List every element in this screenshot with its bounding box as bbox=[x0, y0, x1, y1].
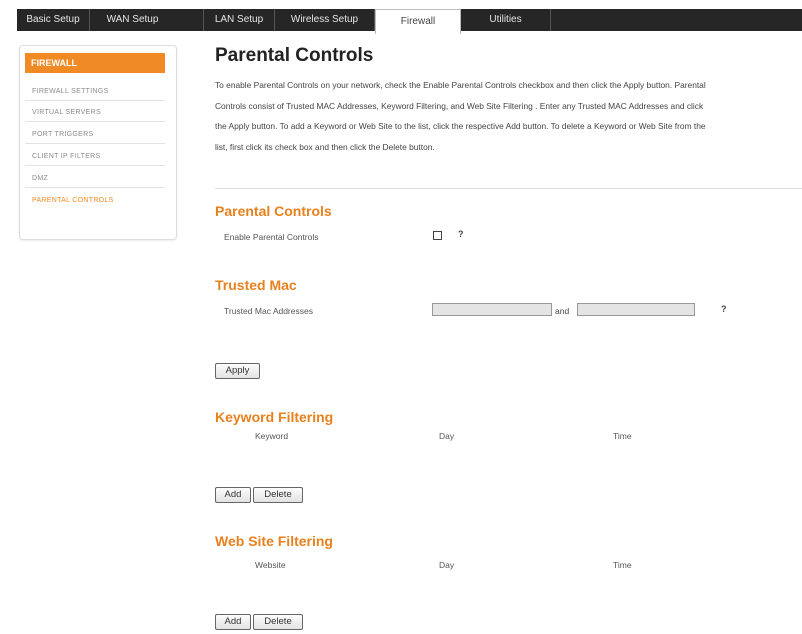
enable-parental-controls-checkbox[interactable] bbox=[433, 231, 442, 240]
website-filtering-heading: Web Site Filtering bbox=[215, 533, 333, 549]
page-title: Parental Controls bbox=[215, 45, 374, 66]
sidebar-header: FIREWALL bbox=[25, 53, 165, 73]
add-keyword-button[interactable]: Add bbox=[215, 487, 251, 503]
keyword-column-header: Keyword bbox=[255, 431, 289, 441]
top-nav: Basic Setup WAN Setup LAN Setup Wireless… bbox=[0, 0, 802, 34]
delete-keyword-button[interactable]: Delete bbox=[253, 487, 303, 503]
website-column-header: Website bbox=[255, 560, 286, 570]
time-column-header: Time bbox=[613, 431, 632, 441]
help-icon[interactable]: ? bbox=[458, 229, 464, 239]
tab-wireless-setup[interactable]: Wireless Setup bbox=[275, 9, 375, 31]
tab-firewall[interactable]: Firewall bbox=[375, 9, 461, 34]
help-icon[interactable]: ? bbox=[721, 304, 727, 314]
intro-text: To enable Parental Controls on your netw… bbox=[215, 75, 802, 157]
intro-line: list, first click its check box and then… bbox=[215, 141, 435, 152]
divider bbox=[215, 188, 802, 189]
day-column-header: Day bbox=[439, 431, 455, 441]
apply-button[interactable]: Apply bbox=[215, 363, 260, 379]
day-column-header: Day bbox=[439, 560, 455, 570]
sidebar-item-virtual-servers[interactable]: VIRTUAL SERVERS bbox=[25, 103, 165, 122]
intro-line: Controls consist of Trusted MAC Addresse… bbox=[215, 100, 704, 111]
add-website-button[interactable]: Add bbox=[215, 614, 251, 630]
keyword-filtering-heading: Keyword Filtering bbox=[215, 409, 334, 425]
enable-parental-controls-label: Enable Parental Controls bbox=[224, 232, 319, 242]
tab-wan-setup[interactable]: WAN Setup bbox=[90, 9, 175, 31]
trusted-mac-label: Trusted Mac Addresses bbox=[224, 306, 313, 316]
tab-lan-setup[interactable]: LAN Setup bbox=[203, 9, 275, 31]
intro-line: the Apply button. To add a Keyword or We… bbox=[215, 121, 706, 131]
tab-basic-setup[interactable]: Basic Setup bbox=[17, 9, 90, 31]
trusted-mac-heading: Trusted Mac bbox=[215, 277, 297, 293]
parental-controls-heading: Parental Controls bbox=[215, 203, 332, 219]
sidebar-item-parental-controls[interactable]: PARENTAL CONTROLS bbox=[25, 191, 165, 210]
tab-utilities[interactable]: Utilities bbox=[461, 9, 551, 31]
delete-website-button[interactable]: Delete bbox=[253, 614, 303, 630]
sidebar-item-client-ip-filters[interactable]: CLIENT IP FILTERS bbox=[25, 147, 165, 166]
and-label: and bbox=[555, 306, 570, 316]
trusted-mac-input-2[interactable] bbox=[577, 303, 695, 316]
sidebar-item-port-triggers[interactable]: PORT TRIGGERS bbox=[25, 125, 165, 144]
trusted-mac-input-1[interactable] bbox=[432, 303, 552, 316]
sidebar-item-firewall-settings[interactable]: FIREWALL SETTINGS bbox=[25, 82, 165, 101]
intro-line: To enable Parental Controls on your netw… bbox=[215, 80, 706, 90]
time-column-header: Time bbox=[613, 560, 632, 570]
sidebar: FIREWALL FIREWALL SETTINGS VIRTUAL SERVE… bbox=[19, 45, 177, 240]
sidebar-item-dmz[interactable]: DMZ bbox=[25, 169, 165, 188]
